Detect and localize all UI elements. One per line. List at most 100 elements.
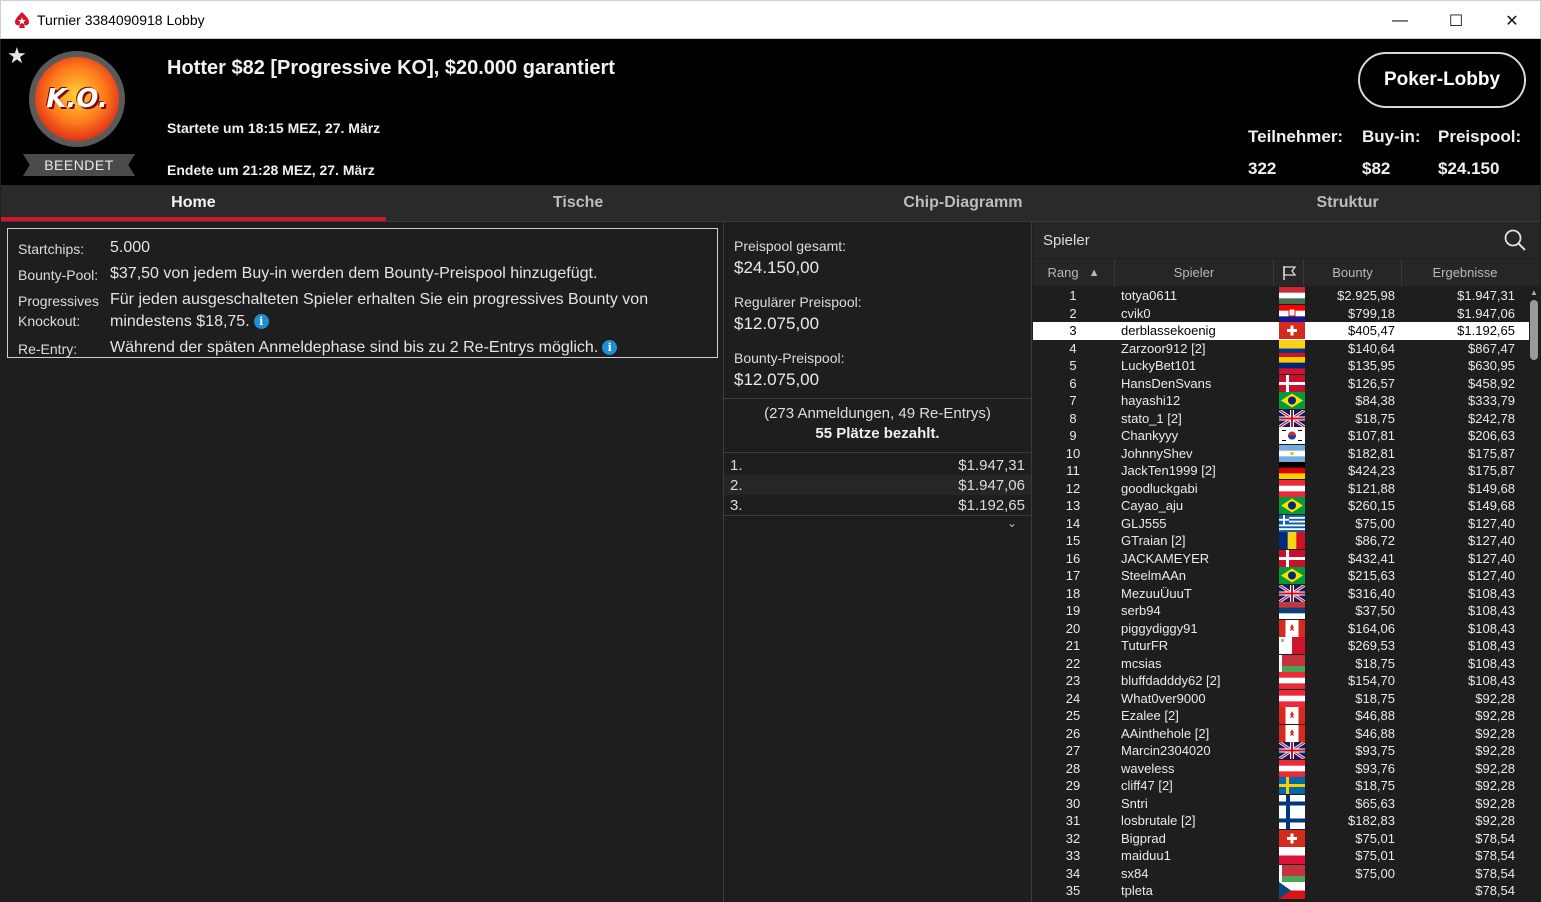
- info-icon[interactable]: i: [253, 314, 269, 330]
- player-rank: 2: [1069, 305, 1077, 321]
- player-result: $92,28: [1475, 725, 1515, 741]
- player-name: JACKAMEYER: [1121, 550, 1210, 566]
- player-row[interactable]: 12 goodluckgabi $121,88 $149,68: [1033, 479, 1529, 498]
- player-rank: 26: [1065, 725, 1081, 741]
- player-row[interactable]: 5 LuckyBet101 $135,95 $630,95: [1033, 357, 1529, 375]
- player-row[interactable]: 19 serb94 $37,50 $108,43: [1033, 602, 1529, 620]
- player-bounty: $424,23: [1348, 463, 1395, 479]
- player-rank: 1: [1069, 288, 1077, 304]
- bountypool-value: $37,50 von jedem Buy-in werden dem Bount…: [110, 265, 598, 282]
- tab-home[interactable]: Home: [1, 185, 386, 221]
- player-bounty: $432,41: [1348, 550, 1395, 566]
- player-row[interactable]: 2 cvik0 $799,18 $1.947,06: [1033, 304, 1529, 323]
- player-name: Bigprad: [1121, 830, 1166, 846]
- player-row[interactable]: 3 derblassekoenig $405,47 $1.192,65: [1033, 322, 1529, 340]
- column-rank-header[interactable]: Rang ▲: [1033, 259, 1115, 286]
- player-name: GLJ555: [1121, 515, 1167, 531]
- player-row[interactable]: 32 Bigprad $75,01 $78,54: [1033, 829, 1529, 848]
- player-row[interactable]: 27 Marcin2304020 $93,75 $92,28: [1033, 740, 1529, 761]
- pokerstars-logo-icon: [13, 11, 31, 29]
- player-row[interactable]: 22 mcsias $18,75 $108,43: [1033, 654, 1529, 673]
- player-row[interactable]: 30 Sntri $65,63 $92,28: [1033, 794, 1529, 813]
- player-name: sx84: [1121, 865, 1149, 881]
- column-bounty-header[interactable]: Bounty: [1304, 259, 1402, 286]
- ko-logo: K.O.: [29, 51, 125, 147]
- player-row[interactable]: 35 tpleta $78,54: [1033, 882, 1529, 900]
- player-row[interactable]: 17 SteelmAAn $215,63 $127,40: [1033, 567, 1529, 585]
- player-bounty: $18,75: [1355, 778, 1395, 794]
- player-name: LuckyBet101: [1121, 358, 1197, 374]
- player-row[interactable]: 21 TuturFR $269,53 $108,43: [1033, 637, 1529, 655]
- player-row[interactable]: 24 What0ver9000 $18,75 $92,28: [1033, 689, 1529, 708]
- bounty-pool-value: $12.075,00: [734, 370, 820, 389]
- minimize-button[interactable]: —: [1372, 1, 1428, 40]
- poker-lobby-button[interactable]: Poker-Lobby: [1358, 52, 1526, 108]
- player-row[interactable]: 33 maiduu1 $75,01 $78,54: [1033, 847, 1529, 865]
- player-row[interactable]: 7 hayashi12 $84,38 $333,79: [1033, 392, 1529, 410]
- player-row[interactable]: 15 GTraian [2] $86,72 $127,40: [1033, 532, 1529, 550]
- player-row[interactable]: 9 Chankyyy $107,81 $206,63: [1033, 427, 1529, 445]
- payout-list: 1. $1.947,31 2. $1.947,06 3. $1.192,65: [724, 455, 1031, 515]
- player-rank: 4: [1069, 340, 1077, 356]
- expand-payouts-chevron-down-icon[interactable]: ⌄: [724, 516, 1031, 530]
- player-result: $127,40: [1468, 550, 1515, 566]
- column-result-header[interactable]: Ergebnisse: [1402, 259, 1528, 286]
- favorite-star-icon[interactable]: ★: [7, 43, 27, 69]
- info-icon[interactable]: i: [602, 340, 618, 356]
- player-bounty: $93,75: [1355, 743, 1395, 759]
- search-icon[interactable]: [1504, 229, 1526, 251]
- player-name: cvik0: [1121, 305, 1151, 321]
- stat-label: Preispool:: [1438, 127, 1522, 146]
- player-search-input[interactable]: Spieler: [1033, 222, 1540, 258]
- player-row[interactable]: 25 Ezalee [2] $46,88 $92,28: [1033, 707, 1529, 725]
- tab-tables[interactable]: Tische: [386, 185, 771, 221]
- player-result: $149,68: [1468, 498, 1515, 514]
- player-rank: 28: [1065, 760, 1081, 776]
- player-row[interactable]: 1 totya0611 $2.925,98 $1.947,31: [1033, 287, 1529, 305]
- player-result: $127,40: [1468, 533, 1515, 549]
- player-row[interactable]: 29 cliff47 [2] $18,75 $92,28: [1033, 777, 1529, 795]
- player-row[interactable]: 14 GLJ555 $75,00 $127,40: [1033, 514, 1529, 533]
- regular-pool-label: Regulärer Preispool:: [734, 294, 862, 310]
- column-player-label: Spieler: [1173, 265, 1215, 280]
- player-result: $458,92: [1468, 375, 1515, 391]
- column-player-header[interactable]: Spieler: [1115, 259, 1274, 286]
- player-rank: 34: [1065, 865, 1081, 881]
- tab-chip-chart[interactable]: Chip-Diagramm: [771, 185, 1156, 221]
- player-result: $1.192,65: [1457, 323, 1515, 339]
- player-row[interactable]: 13 Cayao_aju $260,15 $149,68: [1033, 497, 1529, 515]
- column-rank-label: Rang: [1047, 265, 1079, 280]
- player-row[interactable]: 34 sx84 $75,00 $78,54: [1033, 864, 1529, 883]
- player-row[interactable]: 16 JACKAMEYER $432,41 $127,40: [1033, 549, 1529, 568]
- player-result: $92,28: [1475, 743, 1515, 759]
- germany-flag-icon: [1279, 462, 1309, 480]
- player-row[interactable]: 18 MezuuÜuuT $316,40 $108,43: [1033, 583, 1529, 604]
- close-button[interactable]: ✕: [1484, 1, 1540, 40]
- bounty-pool-label: Bounty-Preispool:: [734, 350, 845, 366]
- player-row[interactable]: 31 losbrutale [2] $182,83 $92,28: [1033, 812, 1529, 830]
- player-row[interactable]: 28 waveless $93,76 $92,28: [1033, 759, 1529, 778]
- player-result: $108,43: [1468, 655, 1515, 671]
- player-row[interactable]: 23 bluffdadddy62 [2] $154,70 $108,43: [1033, 672, 1529, 690]
- player-row[interactable]: 8 stato_1 [2] $18,75 $242,78: [1033, 408, 1529, 429]
- payout-place: 2.: [730, 476, 743, 494]
- column-country-header[interactable]: [1274, 259, 1304, 286]
- payout-row: 1. $1.947,31: [724, 455, 1031, 475]
- player-row[interactable]: 10 JohnnyShev $182,81 $175,87: [1033, 444, 1529, 463]
- player-row[interactable]: 26 AAinthehole [2] $46,88 $92,28: [1033, 724, 1529, 743]
- austria-flag-icon: [1279, 479, 1309, 498]
- belarus-flag-icon: [1279, 654, 1309, 672]
- maximize-button[interactable]: ☐: [1428, 1, 1484, 40]
- player-row[interactable]: 11 JackTen1999 [2] $424,23 $175,87: [1033, 462, 1529, 480]
- tab-structure[interactable]: Struktur: [1155, 185, 1540, 221]
- player-row[interactable]: 4 Zarzoor912 [2] $140,64 $867,47: [1033, 339, 1529, 358]
- player-row[interactable]: 6 HansDenSvans $126,57 $458,92: [1033, 374, 1529, 393]
- stat-label: Buy-in:: [1362, 127, 1421, 146]
- player-row[interactable]: 20 piggydiggy91 $164,06 $108,43: [1033, 619, 1529, 638]
- scrollbar-thumb[interactable]: [1530, 300, 1538, 360]
- end-time: Endete um 21:28 MEZ, 27. März: [167, 162, 375, 178]
- scroll-up-arrow-icon[interactable]: ▲: [1530, 288, 1538, 298]
- player-name: tpleta: [1121, 883, 1153, 899]
- hungary-flag-icon: [1279, 287, 1309, 305]
- players-scrollbar[interactable]: ▲: [1530, 288, 1538, 900]
